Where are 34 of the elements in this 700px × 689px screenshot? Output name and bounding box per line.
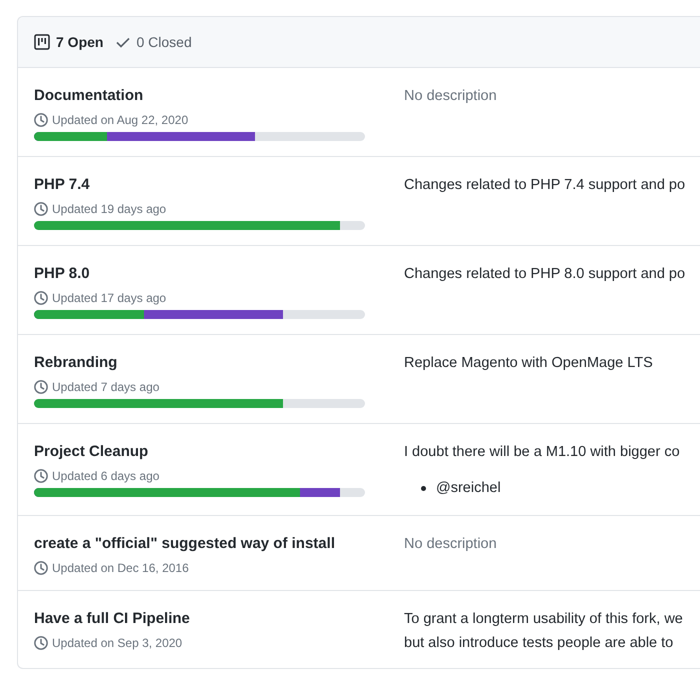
clock-icon	[34, 380, 48, 394]
milestone-title[interactable]: Documentation	[34, 84, 144, 108]
milestone-title[interactable]: Have a full CI Pipeline	[34, 607, 190, 631]
updated-date: Updated 6 days ago	[52, 468, 160, 485]
milestone-title[interactable]: PHP 8.0	[34, 262, 90, 286]
milestone-description: Replace Magento with OpenMage LTS	[404, 354, 653, 373]
closed-tab[interactable]: 0 Closed	[136, 32, 192, 52]
milestone-title[interactable]: Rebranding	[34, 351, 118, 375]
milestone-title[interactable]: PHP 7.4	[34, 173, 90, 197]
milestone-description: Changes related to PHP 8.0 support and po	[404, 265, 686, 284]
milestone-description: No description	[404, 87, 497, 106]
milestone-description: No description	[404, 535, 497, 554]
clock-icon	[34, 113, 48, 127]
clock-icon	[34, 291, 48, 305]
updated-date: Updated on Dec 16, 2016	[52, 560, 189, 577]
milestone-description: Changes related to PHP 7.4 support and po	[404, 176, 686, 195]
clock-icon	[34, 636, 48, 650]
milestone-description: I doubt there will be a M1.10 with bigger co	[404, 443, 680, 462]
bullet-icon	[421, 486, 426, 490]
updated-date: Updated on Aug 22, 2020	[52, 112, 188, 129]
updated-date: Updated 7 days ago	[52, 379, 160, 396]
check-icon	[116, 36, 130, 48]
project-board-icon	[34, 34, 50, 50]
updated-date: Updated on Sep 3, 2020	[52, 635, 182, 652]
milestone-title[interactable]: create a "official" suggested way of install	[34, 532, 335, 556]
updated-date: Updated 19 days ago	[52, 201, 166, 218]
clock-icon	[34, 202, 48, 216]
updated-date: Updated 17 days ago	[52, 290, 166, 307]
clock-icon	[34, 561, 48, 575]
mention-link[interactable]: @sreichel	[436, 476, 501, 500]
milestone-description: To grant a longterm usability of this fork, we but also introduce tests people are able to	[404, 610, 683, 653]
open-tab[interactable]: 7 Open	[56, 32, 104, 52]
milestone-title[interactable]: Project Cleanup	[34, 440, 148, 464]
clock-icon	[34, 469, 48, 483]
